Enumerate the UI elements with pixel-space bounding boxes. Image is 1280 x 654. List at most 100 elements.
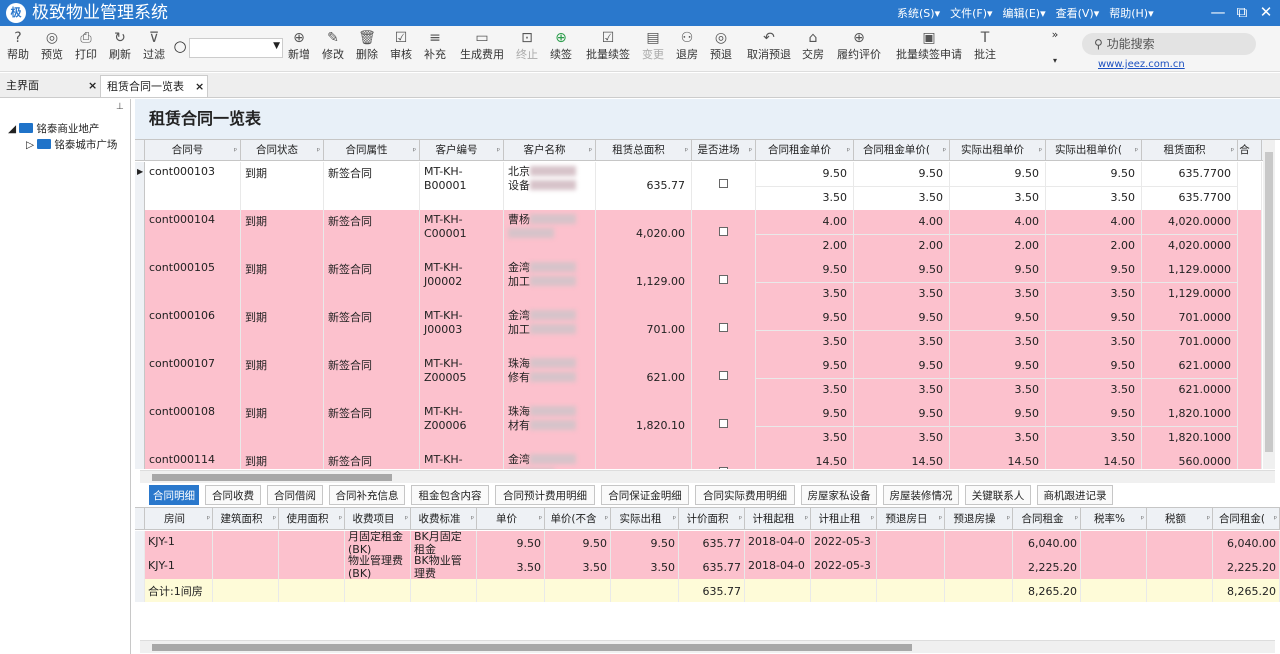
toolbar-change-button[interactable]: ▤ 变更 — [640, 26, 666, 72]
filter-icon[interactable]: ᵖ — [234, 140, 237, 161]
menu-system[interactable]: 系统(S)▾ — [897, 5, 940, 21]
close-tab-icon[interactable]: × — [195, 76, 204, 98]
tab-contract-detail[interactable]: 合同明细 — [149, 485, 199, 505]
entered-checkbox[interactable] — [719, 467, 728, 469]
filter-icon[interactable]: ᵖ — [1007, 508, 1010, 530]
col-header[interactable]: 合同号 ᵖ — [145, 140, 241, 161]
filter-icon[interactable]: ᵖ — [589, 140, 592, 161]
col-header[interactable]: 合同状态 ᵖ — [241, 140, 324, 161]
col-header[interactable]: 实际出租单价(ᵖ — [1046, 140, 1142, 161]
toolbar-cancel-pre-checkout-button[interactable]: ↶ 取消预退 — [744, 26, 794, 72]
detail-row[interactable]: KJY-1 物业管理费 (BK) BK物业管 理费 3.50 3.50 3.50 635.7… — [135, 555, 1280, 579]
filter-icon[interactable]: ᵖ — [685, 140, 688, 161]
row-selector[interactable] — [135, 306, 145, 354]
toolbar-checkout-button[interactable]: ⚇ 退房 — [674, 26, 700, 72]
filter-icon[interactable]: ᵖ — [805, 508, 808, 530]
toolbar-edit-button[interactable]: ✎ 修改 — [320, 26, 346, 72]
filter-icon[interactable]: ᵖ — [1207, 508, 1210, 530]
col-header[interactable]: 是否进场 ᵖ — [692, 140, 756, 161]
tab-key-contacts[interactable]: 关键联系人 — [965, 485, 1031, 505]
filter-icon[interactable]: ᵖ — [749, 140, 752, 161]
restore-icon[interactable]: ⧉ — [1230, 1, 1254, 23]
entered-checkbox[interactable] — [719, 227, 728, 236]
entered-checkbox[interactable] — [719, 275, 728, 284]
detail-col-header[interactable]: 计价面积 ᵖ — [679, 508, 745, 530]
menu-edit[interactable]: 编辑(E)▾ — [1003, 5, 1046, 21]
filter-icon[interactable]: ᵖ — [605, 508, 608, 530]
table-row[interactable]: cont000114到期新签合同MT-KH-金湾560.0014.5014.50… — [135, 450, 1262, 469]
toolbar-handover-button[interactable]: ⌂ 交房 — [800, 26, 826, 72]
filter-icon[interactable]: ᵖ — [339, 508, 342, 530]
table-row[interactable]: cont000105 到期 新签合同 MT-KH- J00002 金湾 加工 1,129.00… — [135, 258, 1262, 306]
filter-icon[interactable]: ᵖ — [405, 508, 408, 530]
filter-icon[interactable]: ᵖ — [1075, 508, 1078, 530]
tab-decoration[interactable]: 房屋装修情况 — [883, 485, 959, 505]
filter-icon[interactable]: ᵖ — [1274, 508, 1277, 530]
filter-icon[interactable]: ᵖ — [1141, 508, 1144, 530]
toolbar-renew-button[interactable]: ⊕ 续签 — [548, 26, 574, 72]
filter-icon[interactable]: ᵖ — [1039, 140, 1042, 161]
toolbar-supplement-button[interactable]: ≡ 补充 — [422, 26, 448, 72]
detail-col-header[interactable]: 实际出租 ᵖ — [611, 508, 679, 530]
detail-col-header[interactable]: 预退房操 ᵖ — [945, 508, 1013, 530]
filter-icon[interactable]: ᵖ — [673, 508, 676, 530]
function-search-input[interactable]: ⚲ 功能搜索 — [1082, 33, 1256, 55]
tree-node-child[interactable]: ▷ 铭泰城市广场 — [26, 137, 117, 152]
toolbar-filter-button[interactable]: ⊽ 过滤 — [140, 26, 168, 72]
toolbar-refresh-button[interactable]: ↻ 刷新 — [106, 26, 134, 72]
filter-icon[interactable]: ᵖ — [847, 140, 850, 161]
toolbar-batch-renew-apply-button[interactable]: ▣ 批量续签申请 — [895, 26, 963, 72]
row-selector[interactable]: ▶ — [135, 162, 145, 210]
filter-icon[interactable]: ᵖ — [317, 140, 320, 161]
col-header[interactable]: 合同租金单价(ᵖ — [854, 140, 950, 161]
table-row[interactable]: ▶ cont000103 到期 新签合同 MT-KH- B00001 北京 设备 635.77 9… — [135, 162, 1262, 210]
entered-checkbox[interactable] — [719, 179, 728, 188]
detail-col-header[interactable]: 单价 ᵖ — [477, 508, 545, 530]
detail-col-header[interactable]: 合同租金(ᵖ — [1213, 508, 1280, 530]
filter-icon[interactable]: ᵖ — [413, 140, 416, 161]
detail-row[interactable]: KJY-1 月固定租金 (BK) BK月固定 租金 9.50 9.50 9.50 635.7… — [135, 531, 1280, 555]
col-header[interactable]: 租赁总面积 ᵖ — [596, 140, 692, 161]
tab-contract-fees[interactable]: 合同收费 — [205, 485, 261, 505]
minimize-icon[interactable]: — — [1206, 1, 1230, 23]
filter-icon[interactable]: ᵖ — [207, 508, 210, 530]
detail-col-header[interactable]: 收费标准 ᵖ — [411, 508, 477, 530]
detail-col-header[interactable]: 收费项目 ᵖ — [345, 508, 411, 530]
table-row[interactable]: cont000107 到期 新签合同 MT-KH- Z00005 珠海 修有 621.00 9.… — [135, 354, 1262, 402]
tree-node-root[interactable]: ◢ 铭泰商业地产 — [8, 121, 99, 136]
detail-horizontal-scrollbar[interactable] — [140, 640, 1275, 653]
detail-col-header[interactable]: 计租止租 ᵖ — [811, 508, 877, 530]
col-header[interactable]: 合同租金单价 ᵖ — [756, 140, 854, 161]
toolbar-preview-button[interactable]: ◎ 预览 — [38, 26, 66, 72]
toolbar-batch-renew-button[interactable]: ☑ 批量续签 — [584, 26, 632, 72]
table-row[interactable]: cont000106 到期 新签合同 MT-KH- J00003 金湾 加工 701.00 9.… — [135, 306, 1262, 354]
col-header[interactable]: 合 — [1238, 140, 1262, 161]
tab-lease-contracts[interactable]: 租赁合同一览表 × — [100, 75, 208, 97]
detail-col-header[interactable]: 税率% ᵖ — [1081, 508, 1147, 530]
row-selector[interactable] — [135, 210, 145, 258]
detail-col-header[interactable]: 预退房日 ᵖ — [877, 508, 945, 530]
filter-icon[interactable]: ᵖ — [539, 508, 542, 530]
toolbar-annotate-button[interactable]: T 批注 — [972, 26, 998, 72]
filter-icon[interactable]: ᵖ — [1135, 140, 1138, 161]
close-tab-icon[interactable]: × — [88, 75, 97, 97]
entered-checkbox[interactable] — [719, 323, 728, 332]
table-row[interactable]: cont000104 到期 新签合同 MT-KH- C00001 曹杨 4,020.00 4.… — [135, 210, 1262, 258]
col-header[interactable]: 合同属性 ᵖ — [324, 140, 420, 161]
filter-icon[interactable]: ᵖ — [871, 508, 874, 530]
row-selector[interactable] — [135, 258, 145, 306]
filter-icon[interactable]: ᵖ — [497, 140, 500, 161]
tab-contract-borrow[interactable]: 合同借阅 — [267, 485, 323, 505]
detail-col-header[interactable]: 单价(不含 ᵖ — [545, 508, 611, 530]
filter-icon[interactable]: ᵖ — [1231, 140, 1234, 161]
expand-icon[interactable]: ◢ — [8, 123, 19, 135]
row-selector[interactable] — [135, 402, 145, 450]
detail-col-header[interactable]: 合同租金 ᵖ — [1013, 508, 1081, 530]
toolbar-audit-button[interactable]: ☑ 审核 — [388, 26, 414, 72]
menu-file[interactable]: 文件(F)▾ — [950, 5, 992, 21]
col-header[interactable]: 客户名称 ᵖ — [504, 140, 596, 161]
detail-col-header[interactable]: 房间 ᵖ — [145, 508, 213, 530]
detail-col-header[interactable]: 建筑面积 ᵖ — [213, 508, 279, 530]
collapse-icon[interactable]: ▷ — [26, 139, 37, 151]
entered-checkbox[interactable] — [719, 371, 728, 380]
